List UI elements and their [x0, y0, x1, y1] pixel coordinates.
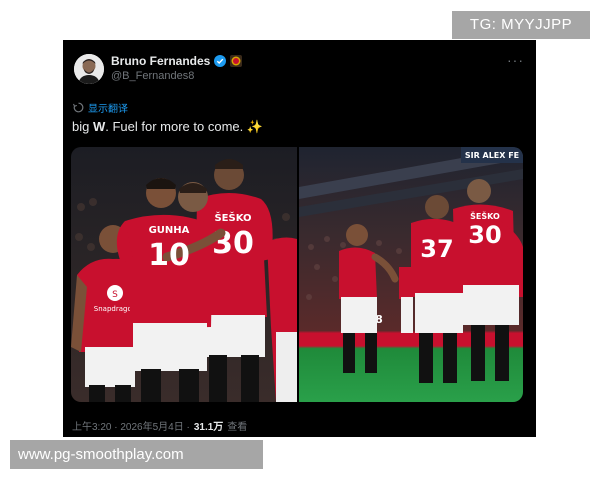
media-grid[interactable]: S Snapdragon ŠEŠKO 30 GUNHA 10 SIR ALEX … [71, 147, 523, 402]
media-photo-right[interactable]: SIR ALEX FE 8 37 ŠEŠKO 30 [299, 147, 523, 402]
svg-text:S: S [112, 290, 118, 300]
club-badge-icon [230, 55, 243, 67]
verified-icon [214, 55, 227, 67]
post-meta: 上午3:20 · 2026年5月4日 · 31.1万 查看 [72, 418, 247, 433]
tweet-card: Bruno Fernandes @B_Fernandes8 ··· 显示翻译 b… [63, 40, 536, 437]
jersey-name-left-2: ŠEŠKO [214, 211, 251, 224]
author-name[interactable]: Bruno Fernandes [111, 54, 210, 68]
views-label: 查看 [227, 422, 248, 433]
more-icon[interactable]: ··· [507, 52, 524, 68]
tweet-text-prefix: big [72, 119, 93, 134]
author-row: Bruno Fernandes [111, 52, 243, 70]
jersey-number-right-3: 30 [468, 221, 501, 249]
jersey-number-right-2: 37 [420, 235, 453, 263]
stand-sign: SIR ALEX FE [465, 151, 519, 160]
author-handle[interactable]: @B_Fernandes8 [111, 70, 194, 82]
translate-label[interactable]: 显示翻译 [88, 100, 128, 115]
tweet-text-bold: W [92, 119, 106, 134]
jersey-number-left-1: 10 [148, 238, 190, 273]
tweet-text-suffix: . Fuel for more to come. ✨ [105, 119, 264, 134]
post-timestamp[interactable]: 上午3:20 · 2026年5月4日 · [72, 418, 190, 433]
watermark-bottom: www.pg-smoothplay.com [10, 440, 263, 469]
jersey-name-right-3: ŠEŠKO [470, 210, 500, 221]
avatar[interactable] [74, 54, 104, 84]
tweet-text: big W. Fuel for more to come. ✨ [72, 119, 263, 135]
watermark-top: TG: MYYJJPP [452, 11, 590, 39]
jersey-name-left-1: GUNHA [149, 225, 190, 236]
translate-icon [73, 102, 84, 112]
views-count: 31.1万 [193, 422, 224, 433]
translate-link[interactable]: 显示翻译 [73, 100, 128, 115]
media-photo-left[interactable]: S Snapdragon ŠEŠKO 30 GUNHA 10 [71, 147, 297, 402]
